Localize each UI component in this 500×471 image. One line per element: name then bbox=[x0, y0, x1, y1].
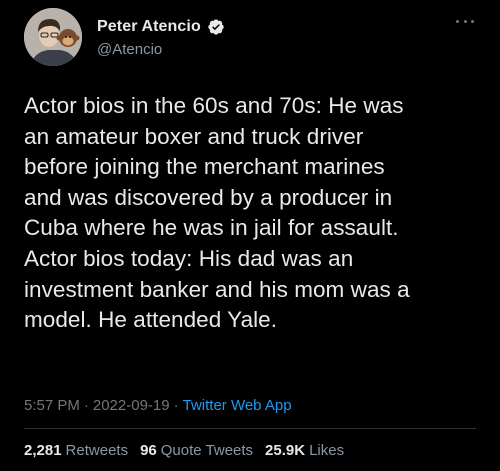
tweet-card: Peter Atencio @Atencio Actor bios in the… bbox=[0, 0, 500, 471]
retweets-label: Retweets bbox=[65, 442, 129, 459]
author-names: Peter Atencio @Atencio bbox=[97, 17, 225, 58]
meta-separator: · bbox=[83, 397, 89, 414]
retweets-stat[interactable]: 2,281 Retweets bbox=[24, 442, 128, 459]
likes-stat[interactable]: 25.9K Likes bbox=[265, 442, 344, 459]
likes-count: 25.9K bbox=[265, 442, 306, 459]
quote-tweets-label: Quote Tweets bbox=[160, 442, 254, 459]
author-handle[interactable]: @Atencio bbox=[97, 41, 225, 58]
tweet-time[interactable]: 5:57 PM bbox=[24, 397, 80, 414]
more-dot bbox=[463, 19, 467, 23]
tweet-date[interactable]: 2022-09-19 bbox=[93, 397, 170, 414]
quote-tweets-count: 96 bbox=[140, 442, 157, 459]
tweet-source-link[interactable]: Twitter Web App bbox=[183, 397, 292, 414]
tweet-text: Actor bios in the 60s and 70s: He was an… bbox=[24, 93, 410, 333]
meta-separator: · bbox=[173, 397, 179, 414]
avatar-image bbox=[24, 8, 82, 66]
likes-label: Likes bbox=[309, 442, 345, 459]
tweet-header: Peter Atencio @Atencio bbox=[24, 8, 476, 68]
display-name[interactable]: Peter Atencio bbox=[97, 18, 201, 36]
divider bbox=[24, 428, 476, 429]
verified-badge-icon bbox=[208, 19, 224, 35]
tweet-meta: 5:57 PM · 2022-09-19 · Twitter Web App bbox=[24, 397, 292, 414]
quote-tweets-stat[interactable]: 96 Quote Tweets bbox=[140, 442, 253, 459]
more-dot bbox=[471, 19, 474, 23]
engagement-stats: 2,281 Retweets 96 Quote Tweets 25.9K Lik… bbox=[24, 442, 344, 459]
more-dot bbox=[456, 19, 459, 23]
retweets-count: 2,281 bbox=[24, 442, 62, 459]
more-options-icon[interactable] bbox=[456, 18, 474, 24]
author-avatar[interactable] bbox=[24, 8, 82, 66]
display-name-row: Peter Atencio bbox=[97, 17, 225, 37]
